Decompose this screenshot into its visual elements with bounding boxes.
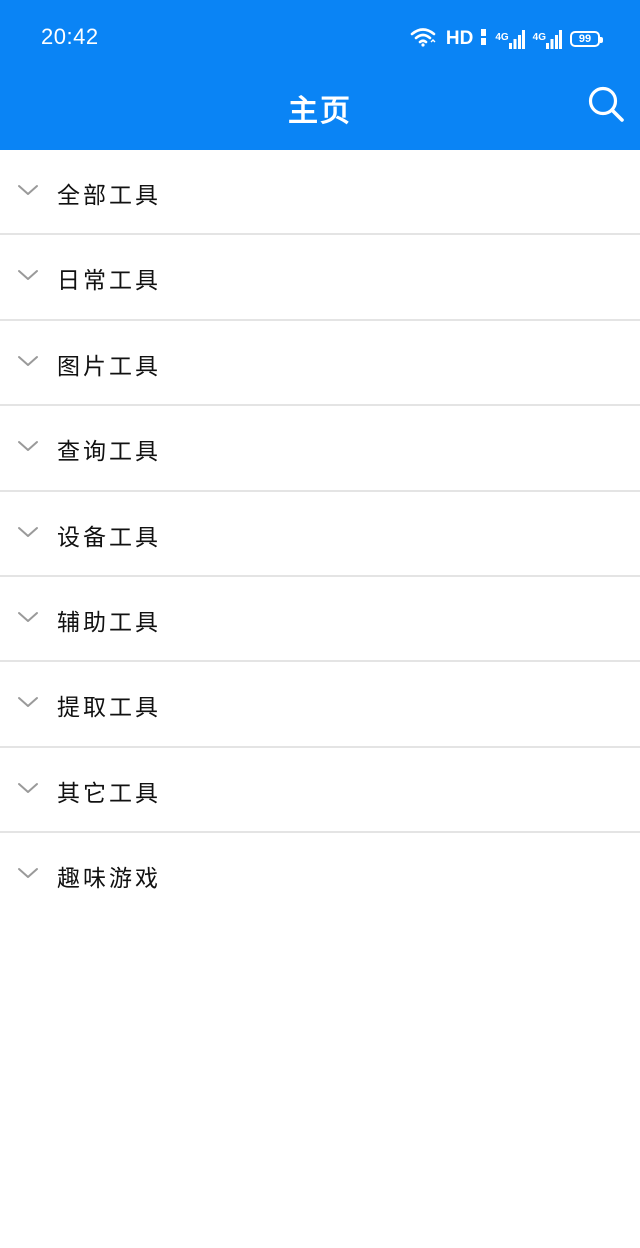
signal-sim1: 4G — [495, 29, 525, 49]
status-time: 20:42 — [41, 24, 99, 49]
category-label: 全部工具 — [57, 183, 161, 209]
app-bar: 主页 — [0, 76, 640, 150]
battery-icon: 99 — [570, 31, 603, 47]
chevron-down-icon — [18, 782, 38, 793]
category-item-query-tools[interactable]: 查询工具 — [0, 406, 640, 492]
category-label: 提取工具 — [57, 695, 161, 722]
page-title: 主页 — [288, 94, 352, 129]
category-item-image-tools[interactable]: 图片工具 — [0, 321, 640, 407]
category-item-extract-tools[interactable]: 提取工具 — [0, 662, 640, 748]
header-background: 20:42 HD 4G 4G 99 主页 — [0, 0, 640, 150]
hd-label: HD — [445, 28, 474, 49]
status-bar: 20:42 HD 4G 4G 99 — [0, 0, 640, 76]
search-icon — [588, 86, 624, 122]
signal-sim2: 4G — [533, 29, 562, 49]
signal-bars-icon — [508, 30, 525, 49]
category-label: 设备工具 — [57, 524, 161, 551]
category-label: 查询工具 — [57, 439, 161, 466]
category-label: 日常工具 — [57, 268, 161, 295]
category-item-device-tools[interactable]: 设备工具 — [0, 492, 640, 577]
screen: 20:42 HD 4G 4G 99 主页 全部工具 日常工具 图片工具 查询工具… — [0, 0, 640, 1248]
sim1-network-label: 4G — [495, 32, 509, 43]
category-item-all-tools[interactable]: 全部工具 — [0, 150, 640, 236]
status-icons: HD 4G 4G 99 — [410, 26, 603, 52]
chevron-down-icon — [18, 270, 38, 281]
category-item-daily-tools[interactable]: 日常工具 — [0, 235, 640, 321]
sim2-network-label: 4G — [532, 32, 546, 43]
chevron-down-icon — [18, 697, 38, 708]
chevron-down-icon — [18, 526, 38, 537]
category-label: 辅助工具 — [57, 609, 161, 636]
chevron-down-icon — [18, 185, 38, 195]
hd-marker-icon — [481, 28, 487, 50]
search-button[interactable] — [584, 82, 628, 126]
chevron-down-icon — [18, 611, 38, 622]
category-label: 趣味游戏 — [57, 866, 161, 893]
chevron-down-icon — [18, 355, 38, 366]
wifi-icon — [410, 27, 436, 51]
category-item-fun-games[interactable]: 趣味游戏 — [0, 833, 640, 918]
category-list: 全部工具 日常工具 图片工具 查询工具 设备工具 辅助工具 提取工具 其它工具 … — [0, 150, 640, 919]
category-item-assist-tools[interactable]: 辅助工具 — [0, 577, 640, 663]
category-label: 其它工具 — [57, 780, 161, 807]
chevron-down-icon — [18, 868, 38, 879]
category-label: 图片工具 — [57, 353, 161, 380]
chevron-down-icon — [18, 441, 38, 452]
signal-bars-icon — [546, 30, 562, 49]
category-item-other-tools[interactable]: 其它工具 — [0, 748, 640, 834]
